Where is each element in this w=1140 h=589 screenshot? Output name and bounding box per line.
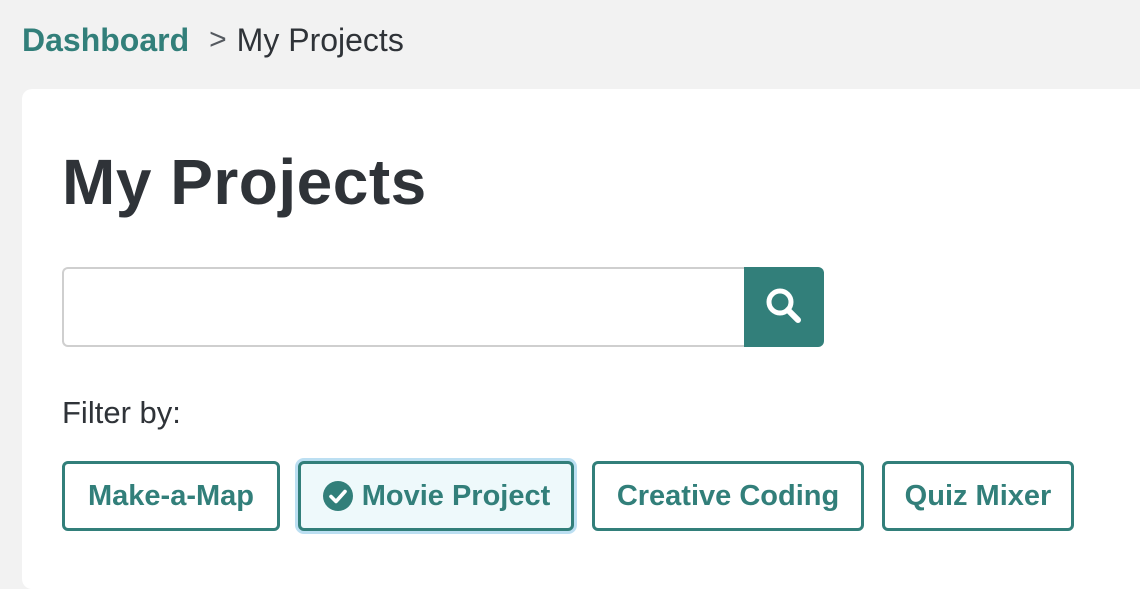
filter-label: Filter by:: [62, 395, 181, 430]
breadcrumb-separator: >: [209, 23, 227, 56]
search-bar: [62, 267, 824, 347]
search-icon: [763, 285, 805, 330]
page-title: My Projects: [62, 146, 427, 218]
breadcrumb-current: My Projects: [236, 21, 404, 58]
filter-chip-creative-coding[interactable]: Creative Coding: [592, 461, 864, 531]
filter-chip-label: Quiz Mixer: [904, 479, 1052, 512]
breadcrumb: Dashboard > My Projects: [22, 18, 404, 62]
search-input[interactable]: [62, 267, 744, 347]
check-circle-icon: [322, 480, 354, 512]
filter-chip-quiz-mixer[interactable]: Quiz Mixer: [882, 461, 1074, 531]
filter-chip-make-a-map[interactable]: Make-a-Map: [62, 461, 280, 531]
filter-chip-movie-project[interactable]: Movie Project: [298, 461, 574, 531]
filter-chip-label: Creative Coding: [616, 479, 840, 512]
filter-chip-label: Movie Project: [361, 479, 551, 512]
filter-chips: Make-a-Map Movie Project Creative Coding…: [62, 461, 1092, 531]
breadcrumb-dashboard-link[interactable]: Dashboard: [22, 22, 189, 59]
search-button[interactable]: [744, 267, 824, 347]
projects-card: My Projects Filter by: Make-a-Map Movie …: [22, 89, 1140, 589]
filter-chip-label: Make-a-Map: [88, 479, 254, 512]
